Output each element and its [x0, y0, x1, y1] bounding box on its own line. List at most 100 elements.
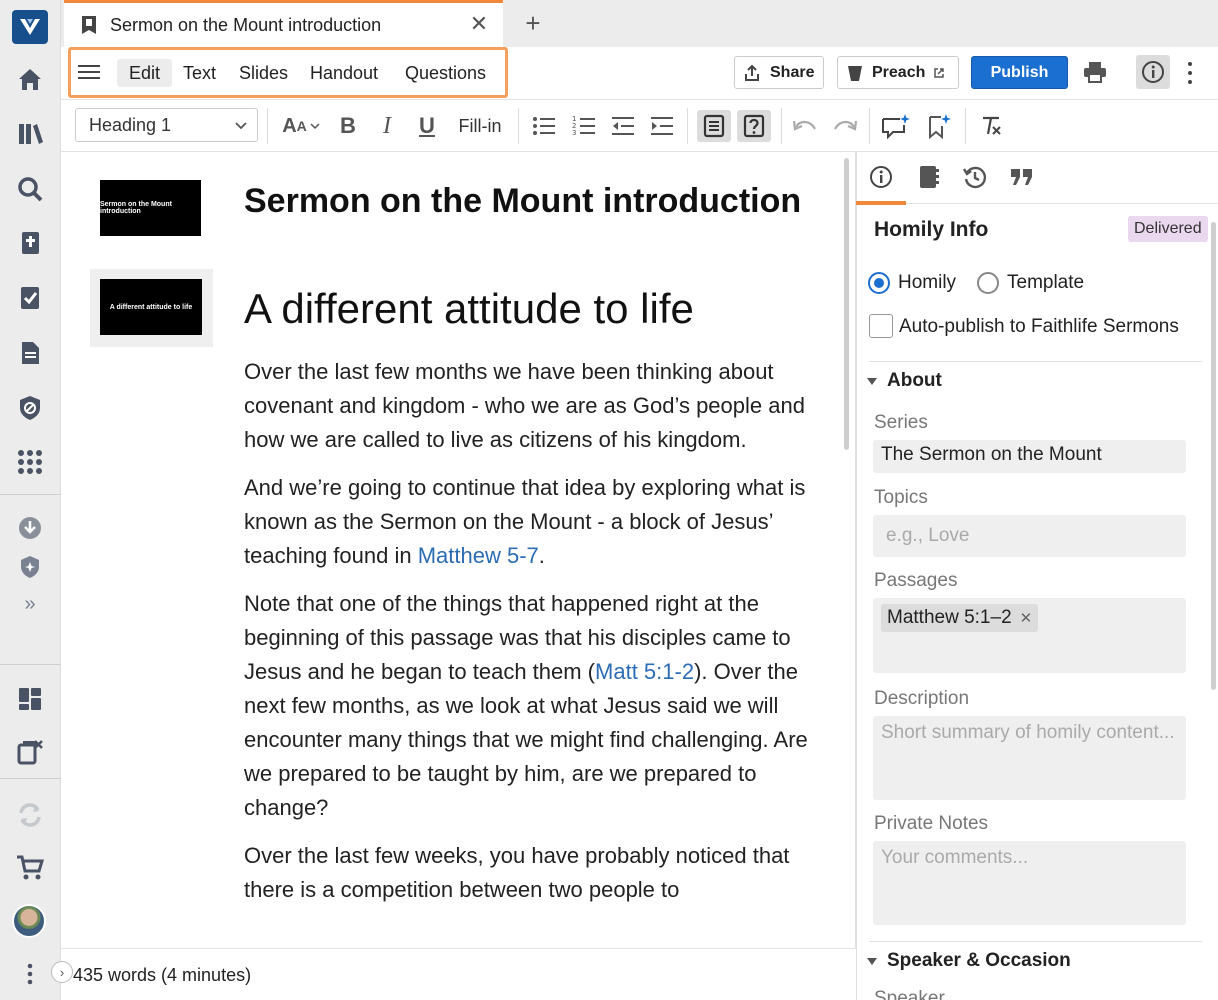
autopublish-checkbox[interactable] [869, 314, 893, 338]
template-radio[interactable] [977, 272, 999, 294]
hamburger-menu-icon[interactable] [78, 61, 100, 83]
library-icon[interactable] [14, 118, 46, 150]
more-vertical-icon[interactable] [14, 958, 46, 990]
paragraph-4[interactable]: Over the last few weeks, you have probab… [244, 839, 814, 907]
panel-scrollbar[interactable] [1211, 222, 1216, 690]
info-icon [870, 166, 892, 188]
italic-icon[interactable]: I [375, 110, 399, 142]
page-view-icon[interactable] [697, 110, 731, 142]
passages-field[interactable]: Matthew 5:1–2 ✕ [873, 598, 1186, 673]
outdent-icon[interactable] [610, 110, 636, 142]
sermon-body[interactable]: Over the last few months we have been th… [244, 355, 814, 921]
download-icon[interactable] [14, 512, 46, 544]
tab-history[interactable] [959, 162, 991, 192]
passage-chip[interactable]: Matthew 5:1–2 ✕ [881, 604, 1039, 632]
font-size-icon[interactable]: AA [279, 110, 323, 142]
underline-icon[interactable]: U [415, 110, 439, 142]
numbered-list-icon[interactable]: 123 [571, 110, 597, 142]
series-label: Series [874, 412, 928, 433]
tasks-icon[interactable] [14, 282, 46, 314]
svg-text:3: 3 [572, 129, 576, 137]
description-input[interactable]: Short summary of homily content... [873, 716, 1186, 800]
private-notes-input[interactable]: Your comments... [873, 841, 1186, 925]
external-link-icon [934, 67, 945, 78]
close-layout-icon[interactable] [14, 736, 46, 768]
slide-thumbnail-2[interactable]: A different attitude to life [100, 279, 202, 335]
bible-icon[interactable] [14, 227, 46, 259]
preach-label: Preach [872, 63, 926, 81]
expand-sidebar-icon[interactable]: » [14, 588, 46, 620]
ai-comment-icon[interactable] [879, 110, 911, 142]
apps-grid-icon[interactable] [14, 446, 46, 478]
remove-chip-icon[interactable]: ✕ [1020, 609, 1033, 627]
clear-formatting-icon[interactable] [977, 110, 1005, 142]
publish-button[interactable]: Publish [971, 56, 1068, 89]
bulleted-list-icon[interactable] [531, 110, 557, 142]
document-icon[interactable] [14, 337, 46, 369]
speaker-label: Speaker [874, 988, 945, 1000]
quote-icon [1011, 169, 1032, 185]
matthew-5-7-link[interactable]: Matthew 5-7 [418, 543, 539, 568]
notebook-icon [920, 166, 939, 188]
ai-shield-icon[interactable] [14, 551, 46, 583]
topics-input[interactable]: e.g., Love [873, 515, 1186, 557]
layout-icon[interactable] [14, 683, 46, 715]
series-field[interactable]: The Sermon on the Mount [873, 440, 1186, 473]
format-toolbar: Heading 1 AA B I U Fill-in 123 [61, 100, 1218, 152]
search-icon[interactable] [14, 173, 46, 205]
section-heading[interactable]: A different attitude to life [244, 285, 694, 333]
sync-icon[interactable] [14, 799, 46, 831]
print-icon[interactable] [1083, 61, 1107, 85]
share-icon [745, 64, 759, 81]
menu-questions[interactable]: Questions [393, 59, 498, 87]
avatar[interactable] [12, 904, 46, 938]
about-section-toggle[interactable]: About [867, 370, 942, 392]
bold-icon[interactable]: B [336, 110, 360, 142]
paragraph-2[interactable]: And we’re going to continue that idea by… [244, 471, 814, 573]
slide-thumbnail-1[interactable]: Sermon on the Mount introduction [100, 180, 201, 236]
menu-slides[interactable]: Slides [227, 59, 300, 87]
fill-in-button[interactable]: Fill-in [455, 110, 505, 142]
menu-text[interactable]: Text [171, 59, 228, 87]
paragraph-1[interactable]: Over the last few months we have been th… [244, 355, 814, 457]
question-view-icon[interactable] [737, 110, 771, 142]
app-sidebar: » [0, 0, 61, 1000]
info-panel-toggle[interactable] [1136, 55, 1170, 89]
tab-sermon[interactable]: Sermon on the Mount introduction ✕ [64, 0, 503, 47]
preach-button[interactable]: Preach [837, 56, 959, 89]
history-icon [962, 166, 987, 189]
caret-down-icon [867, 957, 877, 965]
logos-logo-icon[interactable] [12, 10, 48, 44]
chevron-right-icon[interactable]: › [51, 961, 73, 983]
tab-strip: Sermon on the Mount introduction ✕ + [61, 0, 1218, 47]
tab-quotes[interactable] [1006, 162, 1038, 192]
paragraph-3[interactable]: Note that one of the things that happene… [244, 587, 814, 825]
matt-5-1-2-link[interactable]: Matt 5:1-2 [595, 659, 694, 684]
redo-icon[interactable] [831, 110, 859, 142]
sermon-title[interactable]: Sermon on the Mount introduction [244, 182, 801, 221]
undo-icon[interactable] [791, 110, 819, 142]
shield-icon[interactable] [14, 392, 46, 424]
chevron-down-icon [235, 122, 247, 130]
menu-handout[interactable]: Handout [298, 59, 390, 87]
menu-edit[interactable]: Edit [117, 59, 173, 87]
ai-bookmark-icon[interactable] [925, 110, 953, 142]
close-icon[interactable]: ✕ [467, 11, 491, 36]
status-badge: Delivered [1128, 216, 1208, 242]
indent-icon[interactable] [649, 110, 675, 142]
home-icon[interactable] [14, 63, 46, 95]
cart-icon[interactable] [14, 851, 46, 883]
template-radio-label: Template [1007, 272, 1085, 293]
tab-outline[interactable] [912, 162, 944, 192]
tab-info[interactable] [856, 162, 906, 205]
add-tab-icon[interactable]: + [521, 8, 545, 38]
panel-tabs [856, 152, 1218, 205]
homily-radio[interactable] [868, 272, 890, 294]
more-options-icon[interactable] [1183, 59, 1197, 87]
share-button[interactable]: Share [734, 56, 824, 89]
document-editor[interactable]: Sermon on the Mount introduction A diffe… [61, 152, 856, 948]
speaker-section-toggle[interactable]: Speaker & Occasion [867, 950, 1071, 972]
paragraph-style-select[interactable]: Heading 1 [75, 108, 258, 142]
document-scrollbar[interactable] [844, 158, 849, 450]
preach-icon [848, 65, 862, 81]
